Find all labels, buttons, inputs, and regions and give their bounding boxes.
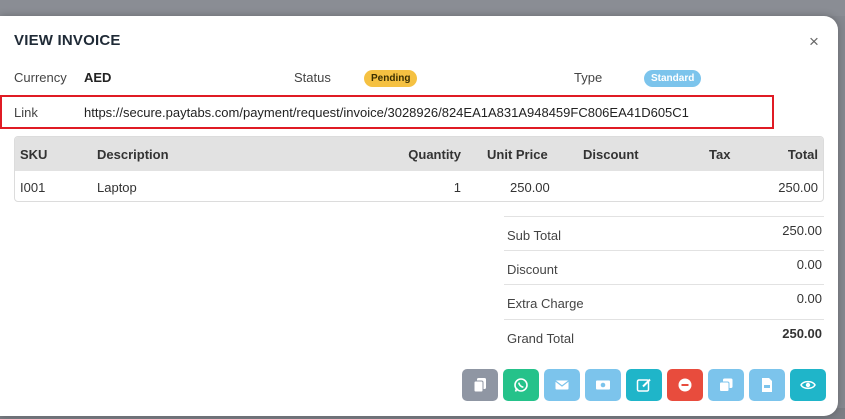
sub-total-value: 250.00 (782, 223, 822, 238)
cell-description: Laptop (97, 180, 137, 195)
column-header-unit-price: Unit Price (487, 147, 548, 162)
email-button[interactable] (544, 369, 580, 401)
column-header-description: Description (97, 147, 169, 162)
extra-charge-value: 0.00 (796, 291, 822, 306)
copy-link-button[interactable] (462, 369, 498, 401)
discount-row: Discount 0.00 (504, 250, 824, 284)
status-badge: Pending (364, 70, 418, 87)
cell-total: 250.00 (778, 180, 818, 195)
column-header-total: Total (787, 147, 818, 162)
grand-total-row: Grand Total 250.00 (504, 319, 824, 353)
column-header-discount: Discount (583, 147, 639, 162)
column-header-tax: Tax (709, 147, 731, 162)
currency-label: Currency (14, 70, 67, 85)
money-icon (596, 380, 610, 390)
grand-total-value: 250.00 (782, 326, 822, 341)
envelope-icon (555, 380, 569, 390)
table-header: SKU Description Quantity Unit Price Disc… (15, 137, 823, 171)
discount-value: 0.00 (796, 257, 822, 272)
cancel-invoice-button[interactable] (667, 369, 703, 401)
payment-button[interactable] (585, 369, 621, 401)
column-header-quantity: Quantity (408, 147, 461, 162)
cell-quantity: 1 (453, 180, 461, 195)
duplicate-button[interactable] (708, 369, 744, 401)
extra-charge-row: Extra Charge 0.00 (504, 284, 824, 319)
grand-total-label: Grand Total (507, 331, 574, 346)
edit-icon (636, 378, 651, 392)
copy-icon (473, 378, 486, 393)
type-label: Type (574, 70, 603, 85)
view-button[interactable] (790, 369, 826, 401)
column-header-sku: SKU (20, 147, 48, 162)
currency-value: AED (84, 70, 112, 85)
pdf-icon (762, 378, 772, 392)
sub-total-row: Sub Total 250.00 (504, 216, 824, 250)
link-label: Link (14, 105, 38, 120)
eye-icon (800, 380, 816, 390)
discount-label: Discount (507, 262, 558, 277)
whatsapp-icon (514, 378, 528, 392)
view-invoice-modal: VIEW INVOICE × Currency AED Status Pendi… (0, 16, 838, 416)
extra-charge-label: Extra Charge (507, 296, 584, 311)
modal-title: VIEW INVOICE (14, 32, 121, 49)
backdrop-header-strip (0, 0, 845, 16)
sub-total-label: Sub Total (507, 228, 561, 243)
minus-circle-icon (678, 378, 692, 392)
close-icon[interactable]: × (809, 32, 819, 52)
whatsapp-button[interactable] (503, 369, 539, 401)
invoice-link[interactable]: https://secure.paytabs.com/payment/reque… (84, 105, 689, 120)
edit-button[interactable] (626, 369, 662, 401)
pdf-button[interactable] (749, 369, 785, 401)
status-label: Status (294, 70, 331, 85)
type-badge: Standard (644, 70, 702, 87)
clone-icon (719, 378, 733, 392)
cell-unit-price: 250.00 (510, 180, 550, 195)
invoice-items-table: SKU Description Quantity Unit Price Disc… (14, 136, 824, 202)
cell-sku: I001 (20, 180, 46, 195)
